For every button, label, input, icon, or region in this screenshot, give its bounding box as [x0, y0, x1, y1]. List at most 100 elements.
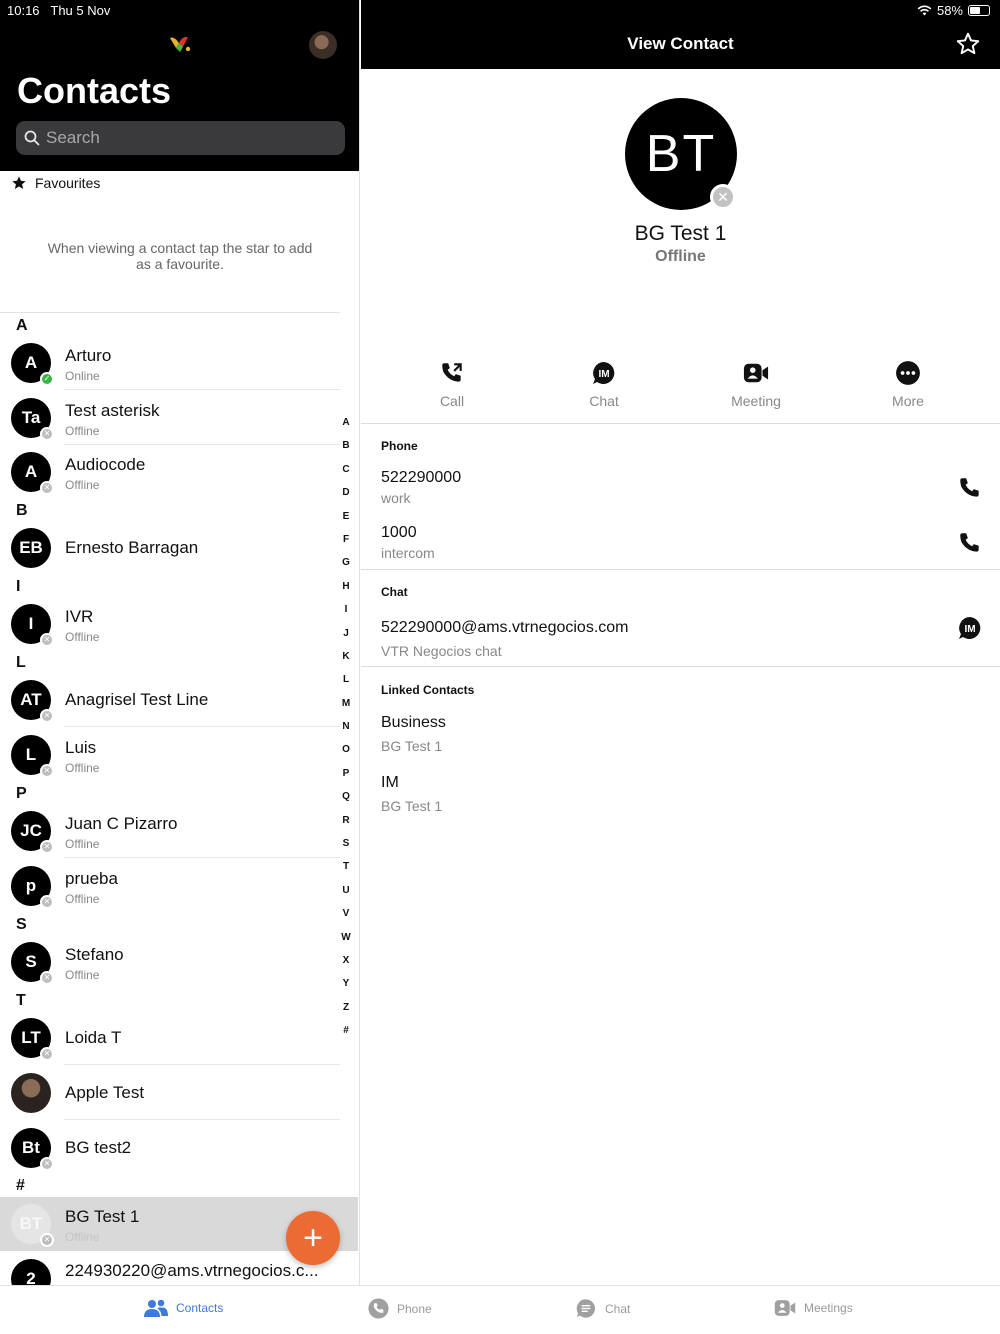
- linked-contact-type[interactable]: Business: [381, 714, 446, 732]
- contact-name: 224930220@ams.vtrnegocios.c...: [65, 1261, 319, 1280]
- tab-label: Meetings: [804, 1301, 853, 1315]
- tab-contacts[interactable]: Contacts: [144, 1298, 223, 1318]
- presence-offline-icon: ✕: [40, 1157, 54, 1171]
- call-action[interactable]: Call: [376, 360, 528, 409]
- more-action[interactable]: More: [832, 360, 984, 409]
- index-letter[interactable]: F: [340, 533, 352, 556]
- contact-name: Arturo: [65, 346, 112, 365]
- more-icon: [896, 361, 920, 385]
- contact-row[interactable]: A ✓ Arturo Online: [0, 336, 345, 390]
- index-letter[interactable]: U: [340, 884, 352, 907]
- favourites-header: Favourites: [11, 175, 100, 191]
- index-letter[interactable]: R: [340, 814, 352, 837]
- contact-name: Luis: [65, 738, 97, 757]
- search-input[interactable]: [46, 128, 326, 148]
- contact-name: Audiocode: [65, 455, 146, 474]
- phone-icon[interactable]: [957, 530, 983, 556]
- divider: [361, 423, 1000, 424]
- index-letter[interactable]: Z: [340, 1001, 352, 1024]
- contact-row[interactable]: L ✕ Luis Offline: [0, 728, 345, 782]
- contact-row[interactable]: LT ✕ Loida T: [0, 1011, 345, 1065]
- index-letter[interactable]: C: [340, 463, 352, 486]
- avatar: EB: [11, 528, 51, 568]
- linked-contact-name: BG Test 1: [381, 798, 443, 814]
- contact-status: Offline: [65, 892, 100, 906]
- index-letter[interactable]: W: [340, 931, 352, 954]
- search-bar[interactable]: [16, 121, 345, 155]
- index-letter[interactable]: Q: [340, 790, 352, 813]
- contact-status: Offline: [65, 424, 100, 438]
- index-letter[interactable]: H: [340, 580, 352, 603]
- call-icon: [442, 363, 462, 382]
- contact-status: Offline: [65, 837, 100, 851]
- index-letter[interactable]: I: [340, 603, 352, 626]
- index-letter[interactable]: Y: [340, 977, 352, 1000]
- divider: [361, 569, 1000, 570]
- tab-phone[interactable]: Phone: [368, 1298, 432, 1319]
- index-letter[interactable]: L: [340, 673, 352, 696]
- chat-section-title: Chat: [381, 585, 408, 599]
- add-contact-button[interactable]: +: [286, 1211, 340, 1265]
- contact-row[interactable]: Apple Test: [0, 1066, 345, 1120]
- index-letter[interactable]: N: [340, 720, 352, 743]
- svg-text:IM: IM: [598, 369, 609, 380]
- index-letter[interactable]: V: [340, 907, 352, 930]
- index-letter[interactable]: A: [340, 416, 352, 439]
- linked-contact-type[interactable]: IM: [381, 774, 399, 792]
- index-letter[interactable]: #: [340, 1024, 352, 1047]
- phone-section-title: Phone: [381, 439, 418, 453]
- favourite-star-icon[interactable]: [955, 31, 981, 57]
- index-letter[interactable]: T: [340, 860, 352, 883]
- im-chat-icon[interactable]: IM: [957, 615, 983, 641]
- contact-row[interactable]: Bt ✕ BG test2: [0, 1121, 345, 1175]
- index-letter[interactable]: O: [340, 743, 352, 766]
- contact-row[interactable]: I ✕ IVR Offline: [0, 597, 345, 651]
- phone-icon[interactable]: [957, 475, 983, 501]
- contact-status: Offline: [65, 1230, 100, 1244]
- call-label: Call: [439, 393, 465, 409]
- more-label: More: [892, 393, 924, 409]
- chat-action[interactable]: IM Chat: [528, 360, 680, 409]
- contact-row[interactable]: Ta ✕ Test asterisk Offline: [0, 391, 345, 445]
- index-letter[interactable]: B: [340, 439, 352, 462]
- index-letter[interactable]: J: [340, 627, 352, 650]
- section-header: #: [16, 1177, 25, 1194]
- contacts-icon: [144, 1299, 168, 1317]
- wifi-icon: [917, 5, 932, 16]
- divider: [64, 1064, 340, 1065]
- index-letter[interactable]: E: [340, 510, 352, 533]
- index-letter[interactable]: X: [340, 954, 352, 977]
- profile-avatar[interactable]: [309, 31, 337, 59]
- index-letter[interactable]: D: [340, 486, 352, 509]
- tab-chat[interactable]: Chat: [575, 1298, 630, 1319]
- section-header: B: [16, 502, 28, 519]
- presence-offline-icon: ✕: [40, 481, 54, 495]
- index-letter[interactable]: S: [340, 837, 352, 860]
- index-letter[interactable]: P: [340, 767, 352, 790]
- section-header: P: [16, 785, 27, 802]
- contact-name: BG Test 1: [634, 222, 727, 245]
- contact-status: Offline: [655, 248, 706, 265]
- search-icon: [24, 130, 40, 146]
- index-letter[interactable]: M: [340, 697, 352, 720]
- contact-row[interactable]: JC ✕ Juan C Pizarro Offline: [0, 804, 345, 858]
- action-bar: Call IM Chat Meeting More: [376, 360, 984, 409]
- phone-number[interactable]: 1000: [381, 524, 417, 542]
- contact-row[interactable]: p ✕ prueba Offline: [0, 859, 345, 913]
- contact-row[interactable]: A ✕ Audiocode Offline: [0, 445, 345, 499]
- contact-row[interactable]: AT ✕ Anagrisel Test Line: [0, 673, 345, 727]
- divider: [64, 389, 340, 390]
- star-icon: [12, 176, 26, 189]
- tab-meetings[interactable]: Meetings: [774, 1298, 853, 1318]
- phone-number[interactable]: 522290000: [381, 469, 461, 487]
- contact-name: Apple Test: [65, 1083, 145, 1102]
- contact-row[interactable]: EB Ernesto Barragan: [0, 521, 345, 575]
- index-letter[interactable]: G: [340, 556, 352, 579]
- battery-icon: [968, 5, 990, 16]
- presence-offline-icon: ✕: [40, 633, 54, 647]
- contact-row[interactable]: S ✕ Stefano Offline: [0, 935, 345, 989]
- chat-address[interactable]: 522290000@ams.vtrnegocios.com: [381, 619, 629, 637]
- meeting-action[interactable]: Meeting: [680, 360, 832, 409]
- alphabet-index[interactable]: A B C D E F G H I J K L M N O P Q R S T U V W X Y Z #: [340, 416, 352, 1048]
- index-letter[interactable]: K: [340, 650, 352, 673]
